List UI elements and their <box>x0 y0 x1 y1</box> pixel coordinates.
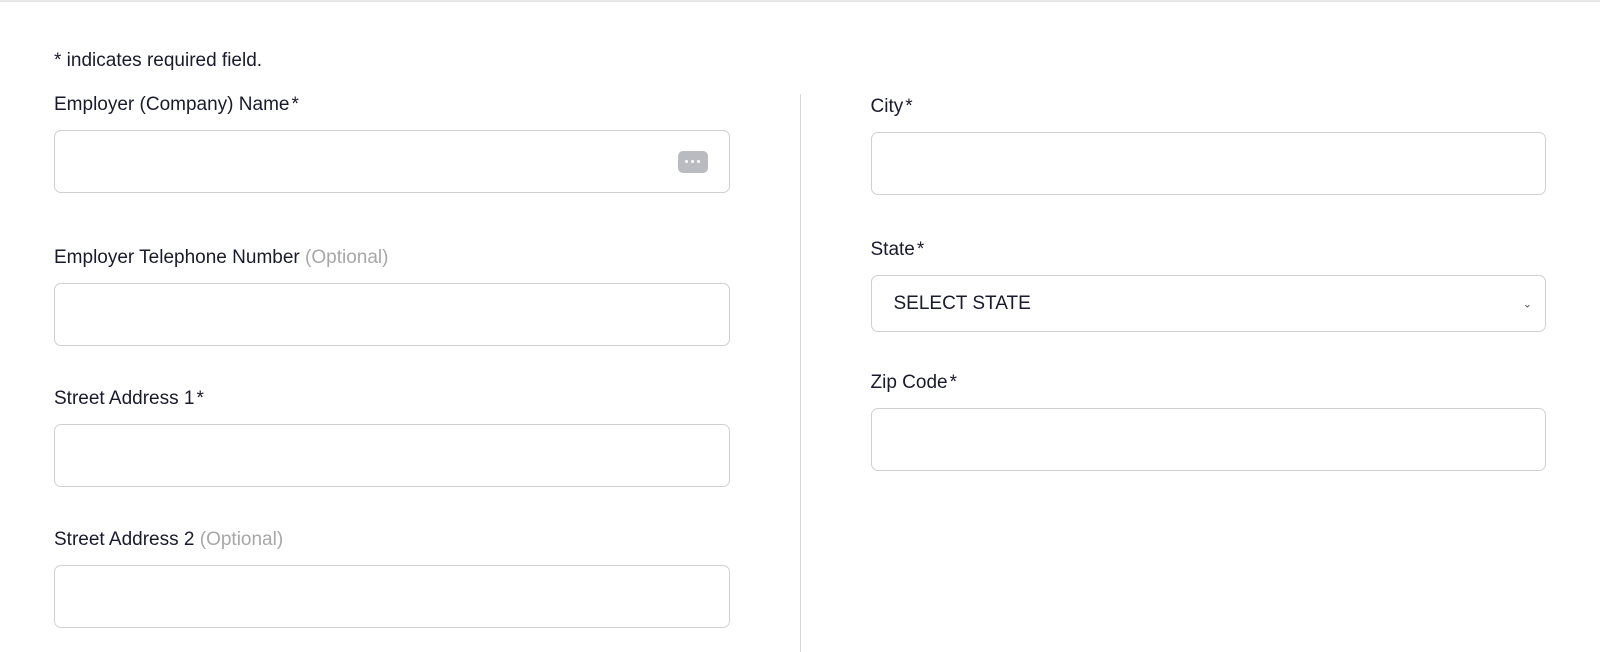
street2-label: Street Address 2 (Optional) <box>54 529 730 551</box>
employer-name-label: Employer (Company) Name* <box>54 94 730 116</box>
zip-input[interactable] <box>871 408 1547 471</box>
label-text: Employer Telephone Number <box>54 247 300 268</box>
zip-field: Zip Code* <box>871 372 1547 471</box>
street1-label: Street Address 1* <box>54 388 730 410</box>
required-star: * <box>196 388 203 409</box>
street2-input[interactable] <box>54 565 730 628</box>
required-star: * <box>950 372 957 393</box>
required-note: * indicates required field. <box>54 50 1546 72</box>
right-column: City* State* SELECT STATE ⌄ Zip Code* <box>871 94 1547 652</box>
state-label: State* <box>871 239 1547 261</box>
form-container: Employer (Company) Name* Employer Teleph… <box>54 94 1546 652</box>
city-input[interactable] <box>871 132 1547 195</box>
zip-label: Zip Code* <box>871 372 1547 394</box>
city-field: City* <box>871 96 1547 195</box>
state-select-wrap: SELECT STATE ⌄ <box>871 275 1547 332</box>
input-wrap <box>54 130 730 193</box>
label-text: Street Address 2 <box>54 529 194 550</box>
required-star: * <box>905 96 912 117</box>
employer-name-input[interactable] <box>54 130 730 193</box>
state-select[interactable]: SELECT STATE <box>871 275 1547 332</box>
street1-field: Street Address 1* <box>54 388 730 487</box>
employer-name-field: Employer (Company) Name* <box>54 94 730 193</box>
optional-text: (Optional) <box>305 247 388 268</box>
street1-input[interactable] <box>54 424 730 487</box>
label-text: City <box>871 96 904 117</box>
left-column: Employer (Company) Name* Employer Teleph… <box>54 94 730 652</box>
employer-phone-label: Employer Telephone Number (Optional) <box>54 247 730 269</box>
employer-phone-field: Employer Telephone Number (Optional) <box>54 247 730 346</box>
label-text: Zip Code <box>871 372 948 393</box>
required-star: * <box>917 239 924 260</box>
optional-text: (Optional) <box>200 529 283 550</box>
label-text: State <box>871 239 915 260</box>
label-text: Employer (Company) Name <box>54 94 289 115</box>
column-divider <box>800 94 801 652</box>
street2-field: Street Address 2 (Optional) <box>54 529 730 628</box>
label-text: Street Address 1 <box>54 388 194 409</box>
city-label: City* <box>871 96 1547 118</box>
employer-phone-input[interactable] <box>54 283 730 346</box>
state-field: State* SELECT STATE ⌄ <box>871 239 1547 332</box>
autofill-icon[interactable] <box>678 151 708 173</box>
required-star: * <box>291 94 298 115</box>
